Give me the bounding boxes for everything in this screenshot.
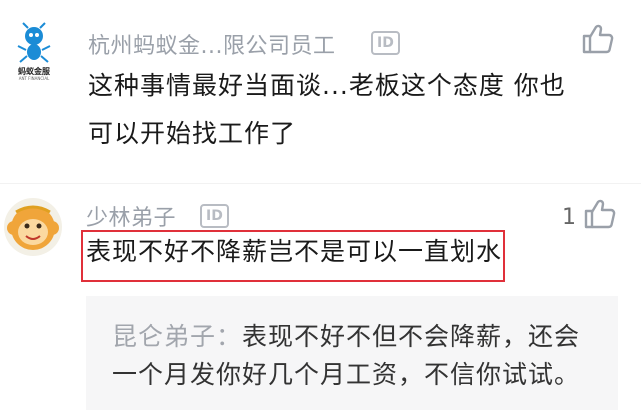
like-count: 1 [562,205,576,230]
divider [0,183,641,184]
user-avatar[interactable] [4,198,62,256]
thumbs-up-icon [584,199,616,229]
reply-author[interactable]: 昆仑弟子： [112,322,242,351]
comment-text: 表现不好不降薪岂不是可以一直划水 [86,228,502,276]
reply-line: 一个月发你好几个月工资，不信你试试。 [112,360,581,389]
reply-text: 昆仑弟子：表现不好不但不会降薪，还会 一个月发你好几个月工资，不信你试试。 [112,318,580,394]
comment-line: 可以开始找工作了 [88,119,297,148]
reply-content: 表现不好不但不会降薪，还会 [242,322,581,351]
thumbs-up-icon [582,24,614,54]
comment-line: 这种事情最好当面谈...老板这个态度 你也 [88,71,566,100]
monkey-avatar-icon [7,205,59,250]
comment-line: 表现不好不降薪岂不是可以一直划水 [86,237,503,266]
comment-text: 这种事情最好当面谈...老板这个态度 你也 可以开始找工作了 [88,62,566,158]
id-badge-icon: ID [200,204,229,228]
like-button[interactable] [582,24,614,58]
comment-item: 蚂蚁金服 ANT FINANCIAL 杭州蚂蚁金...限公司员工 ID 这种事情… [0,0,641,178]
reply-block[interactable]: 昆仑弟子：表现不好不但不会降薪，还会 一个月发你好几个月工资，不信你试试。 [86,296,618,410]
like-button[interactable] [584,199,616,233]
reply-line: 昆仑弟子：表现不好不但不会降薪，还会 [112,318,580,356]
id-badge-icon: ID [371,31,400,55]
username[interactable]: 杭州蚂蚁金...限公司员工 [88,28,335,60]
avatar-brand-subtext: ANT FINANCIAL [18,76,50,81]
user-avatar[interactable]: 蚂蚁金服 ANT FINANCIAL [12,22,56,84]
